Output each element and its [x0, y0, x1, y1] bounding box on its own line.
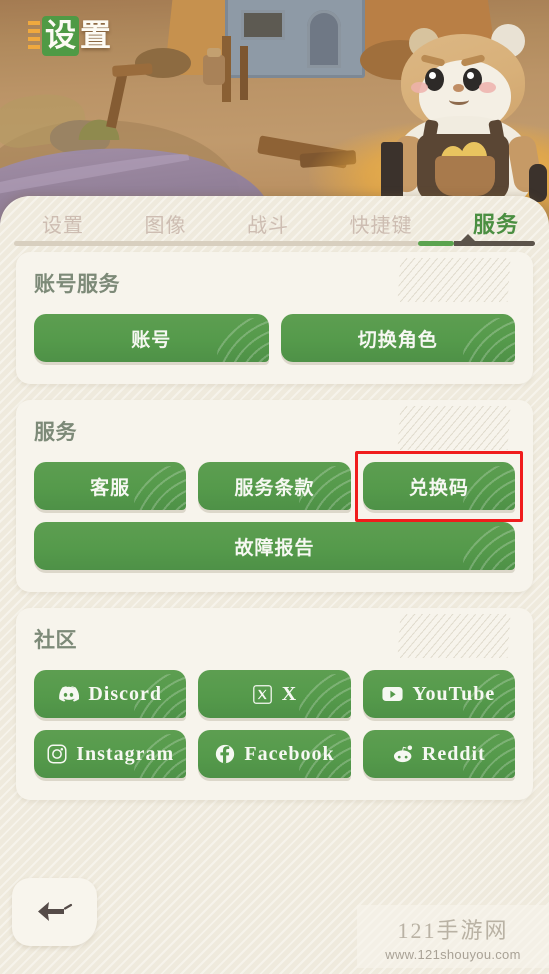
- signpost-decor: [106, 69, 128, 129]
- discord-button-label: Discord: [88, 682, 162, 705]
- bug-report-button[interactable]: 故障报告: [34, 522, 515, 570]
- youtube-button-label: YouTube: [412, 682, 496, 705]
- active-tab-caret-icon: [460, 234, 476, 242]
- redeem-code-button[interactable]: 兑换码: [362, 462, 515, 510]
- button-row: 客服 服务条款 兑换码: [34, 451, 524, 522]
- switch-character-button-label: 切换角色: [357, 329, 438, 351]
- tab-service[interactable]: 服务: [473, 207, 519, 239]
- tab-settings[interactable]: 设置: [42, 209, 84, 238]
- card-title-service: 服务: [34, 421, 77, 444]
- button-row: 故障报告: [34, 522, 515, 570]
- watermark-site-name: 121手游网: [397, 918, 509, 943]
- house-door: [307, 10, 341, 68]
- tab-graphics[interactable]: 图像: [144, 209, 186, 238]
- house-window: [241, 10, 285, 40]
- account-button[interactable]: 账号: [34, 314, 269, 362]
- bug-report-button-label: 故障报告: [234, 537, 315, 559]
- switch-character-button[interactable]: 切换角色: [280, 314, 515, 362]
- customer-service-button-label: 客服: [90, 477, 131, 499]
- settings-screen: 设 置 设置 图像 战斗 快捷键 服务 账号服务 账号 切换角色 服务 客服 服…: [0, 0, 549, 974]
- settings-content: 账号服务 账号 切换角色 服务 客服 服务条款 兑换码 故障报告 社区 Disc…: [0, 240, 549, 800]
- watermark: 121手游网 www.121shouyou.com: [357, 905, 549, 968]
- terms-of-service-button[interactable]: 服务条款: [198, 462, 351, 510]
- back-button[interactable]: [12, 878, 97, 946]
- instagram-button-label: Instagram: [76, 742, 175, 765]
- page-title-char-1: 设: [42, 16, 79, 56]
- button-row: Instagram Facebook Reddit: [34, 730, 515, 778]
- tab-hotkeys[interactable]: 快捷键: [349, 209, 412, 238]
- button-row: 账号 切换角色: [34, 314, 515, 362]
- barrel-decor: [203, 48, 225, 85]
- youtube-button[interactable]: YouTube: [362, 670, 515, 718]
- youtube-icon: [382, 684, 403, 705]
- title-stripes-icon: [28, 21, 40, 51]
- hamster-mascot-icon: [381, 24, 547, 202]
- instagram-icon: [46, 744, 67, 765]
- back-arrow-icon: [34, 899, 76, 925]
- card-title-community: 社区: [34, 629, 77, 652]
- terms-of-service-button-label: 服务条款: [234, 477, 315, 499]
- customer-service-button[interactable]: 客服: [34, 462, 187, 510]
- discord-button[interactable]: Discord: [34, 670, 187, 718]
- x-twitter-button-label: X: [281, 682, 298, 705]
- x-twitter-button[interactable]: X: [198, 670, 351, 718]
- card-title-account-services: 账号服务: [34, 273, 120, 296]
- page-title: 设 置: [28, 16, 111, 56]
- account-button-label: 账号: [131, 329, 172, 351]
- card-service: 服务 客服 服务条款 兑换码 故障报告: [16, 400, 533, 592]
- redeem-code-button-label: 兑换码: [408, 477, 469, 499]
- x-twitter-icon: [252, 684, 273, 705]
- page-title-char-2: 置: [80, 18, 111, 53]
- settings-panel: 设置 图像 战斗 快捷键 服务 账号服务 账号 切换角色 服务 客服 服务条款 …: [0, 196, 549, 974]
- beam-decor-2: [240, 46, 248, 100]
- button-row: Discord X YouTube: [34, 670, 515, 718]
- facebook-icon: [214, 744, 235, 765]
- watermark-url: www.121shouyou.com: [385, 947, 521, 962]
- reddit-button-label: Reddit: [421, 742, 486, 765]
- facebook-button[interactable]: Facebook: [198, 730, 351, 778]
- card-community: 社区 Discord X YouTube Instagram Facebook …: [16, 608, 533, 800]
- reddit-button[interactable]: Reddit: [362, 730, 515, 778]
- reddit-icon: [392, 744, 413, 765]
- redeem-code-highlight-box: 兑换码: [354, 451, 524, 522]
- facebook-button-label: Facebook: [244, 742, 335, 765]
- tab-combat[interactable]: 战斗: [247, 209, 289, 238]
- instagram-button[interactable]: Instagram: [34, 730, 187, 778]
- discord-icon: [58, 684, 80, 705]
- card-account-services: 账号服务 账号 切换角色: [16, 252, 533, 384]
